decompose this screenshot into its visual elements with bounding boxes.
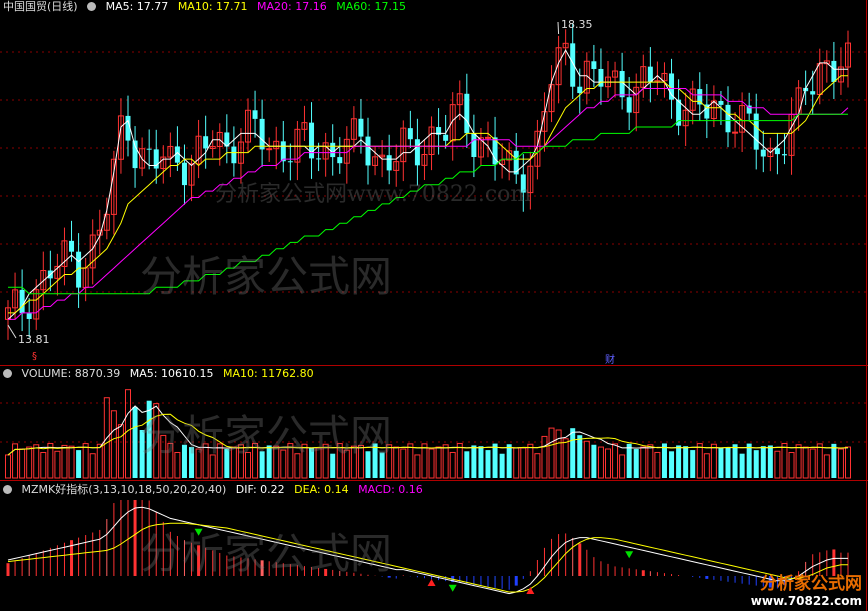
candle-body-down [69,240,75,252]
settings-circle-icon[interactable] [87,2,97,11]
volume-ma5-value: MA5: 10610.15 [129,367,214,380]
volume-bar-down [492,443,498,478]
volume-bar-down [661,443,667,478]
volume-bar-down [669,451,675,478]
stock-title[interactable]: 中国国贸(日线) [3,0,78,13]
volume-bar-down [718,448,724,478]
volume-bar-down [690,450,696,478]
logo-url: www.70822.com [750,594,862,608]
volume-bar-down [478,446,484,478]
volume-bar-down [132,406,138,478]
ma10-value: MA10: 17.71 [177,0,248,13]
logo-title: 分析家公式网 [760,574,862,594]
brand-logo: 分析家公式网 www.70822.com [751,569,862,608]
volume-bar-down [471,445,477,478]
candle-body-down [570,43,576,87]
candle-body-down [810,91,816,95]
high-price-label: 18.35 [561,18,593,31]
watermark-volume: 分析家公式网 [140,411,393,460]
candle-body-down [718,100,724,105]
candle-body-down [365,136,371,166]
volume-bar-down [485,450,491,478]
watermark-url: 分析家公式网www.70822.com [215,182,532,207]
candle-body-down [280,141,286,162]
volume-bar-down [831,443,837,478]
candle-body-down [760,149,766,157]
candle-body-down [316,158,322,160]
candle-body-down [26,313,32,319]
candle-body-down [259,118,265,150]
candle-body-down [386,155,392,171]
finance-badge[interactable]: 财 [605,351,615,366]
volume-bar-down [753,450,759,478]
high-marker-line [557,21,560,35]
candle-body-down [181,162,187,186]
candle-body-down [337,157,343,164]
ma20-value: MA20: 17.16 [257,0,327,13]
volume-bar-down [732,444,738,478]
volume-bar-down [577,435,583,478]
ma60-value: MA60: 17.15 [336,0,406,13]
volume-bar-down [767,445,773,478]
candle-body-down [464,93,470,134]
ex-dividend-icon[interactable]: § [32,351,37,362]
volume-bar-down [506,444,512,478]
volume-settings-circle-icon[interactable] [3,369,12,378]
candle-body-down [252,110,258,119]
candle-body-down [231,146,237,164]
volume-bar-down [676,445,682,478]
volume-bar-down [746,443,752,478]
candle-body-down [774,148,780,155]
ma5-value: MA5: 17.77 [105,0,169,13]
dif-value: DIF: 0.22 [235,483,285,496]
watermark-main: 分析家公式网 [140,252,393,301]
dea-value: DEA: 0.14 [294,483,349,496]
candle-body-down [831,60,837,82]
watermark-indicator: 分析家公式网 [140,529,393,578]
candle-body-down [577,86,583,94]
volume-header: VOLUME: 8870.39 MA5: 10610.15 MA10: 1176… [3,367,320,381]
candle-body-down [781,154,787,156]
candle-body-down [330,142,336,158]
candle-body-down [358,118,364,137]
candle-body-down [407,128,413,140]
volume-bar-down [683,446,689,478]
candle-body-down [626,97,632,113]
volume-bar-down [633,449,639,478]
volume-value: VOLUME: 8870.39 [21,367,121,380]
candle-body-up [732,131,739,134]
candle-body-down [697,89,703,105]
candle-body-down [647,66,653,82]
volume-bar-down [499,453,505,478]
volume-bar-down [570,428,576,478]
candle-body-down [725,104,731,133]
low-price-label: 13.81 [18,333,50,346]
macd-value: MACD: 0.16 [358,483,423,496]
candle-body-down [471,133,477,157]
candle-body-down [287,161,293,163]
volume-ma10-value: MA10: 11762.80 [222,367,314,380]
candle-body-down [753,113,759,150]
chart-background [0,0,868,611]
volume-bar-down [76,450,82,478]
candle-body-down [414,139,420,166]
volume-bar-down [464,451,470,478]
candle-body-down [19,289,25,314]
volume-bar-down [739,453,745,478]
candle-body-up [485,136,491,139]
volume-bar-down [760,446,766,478]
volume-bar-down [725,447,731,478]
indicator-settings-circle-icon[interactable] [3,485,12,494]
candle-body-down [443,134,449,141]
indicator-header: MZMK好指标(3,13,10,18,50,20,20,40) DIF: 0.2… [3,483,429,497]
price-header: 中国国贸(日线) MA5: 17.77 MA10: 17.71 MA20: 17… [3,0,412,14]
indicator-name: MZMK好指标(3,13,10,18,50,20,20,40) [21,483,227,496]
candle-body-down [203,136,209,149]
volume-bar-down [591,444,597,478]
volume-bar-down [626,443,632,478]
candle-body-up [266,148,273,151]
stock-chart [0,0,868,611]
candle-body-down [146,148,152,150]
candle-body-down [591,61,597,69]
